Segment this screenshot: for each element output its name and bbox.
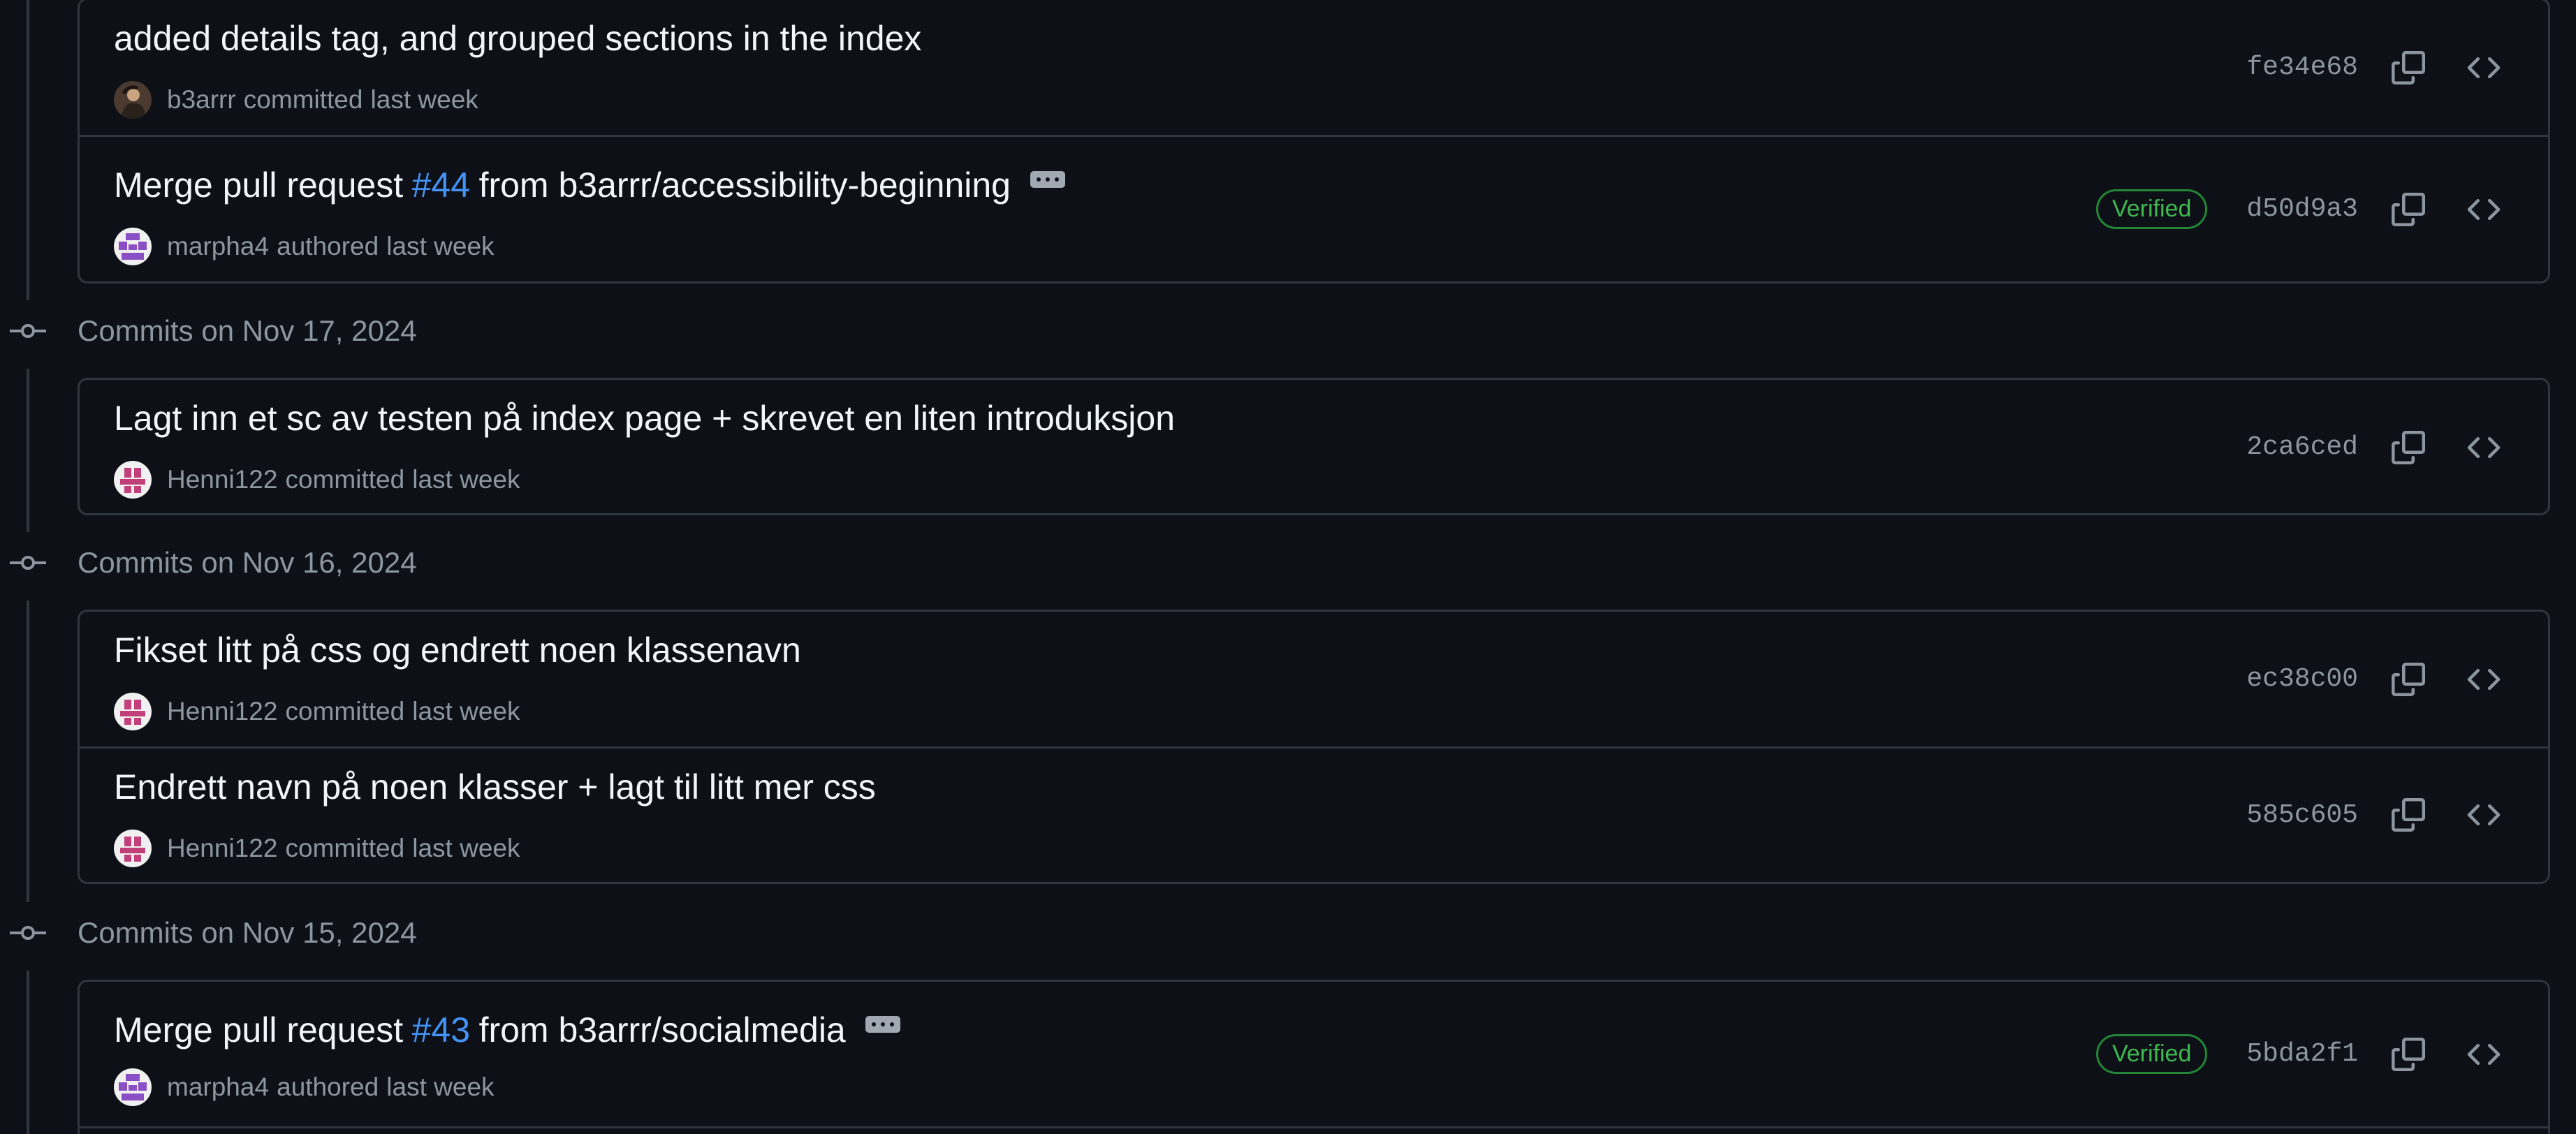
commit-row[interactable]: added details tag, and grouped sections … (80, 0, 2548, 135)
commit-action: committed (285, 834, 405, 862)
commit-sha[interactable]: ec38c00 (2246, 664, 2358, 694)
commit-meta: Henni122 committed last week (114, 693, 520, 730)
date-label: Commits on Nov 16, 2024 (78, 546, 417, 579)
commit-message[interactable]: Endrett navn på noen klasser + lagt til … (114, 767, 876, 807)
avatar[interactable] (114, 461, 152, 499)
date-label: Commits on Nov 17, 2024 (78, 314, 417, 347)
date-label: Commits on Nov 15, 2024 (78, 916, 417, 949)
commit-time: last week (386, 1073, 495, 1101)
commit-sha[interactable]: fe34e68 (2246, 52, 2358, 82)
commit-time: last week (412, 834, 520, 862)
date-header: Commits on Nov 17, 2024 (0, 310, 698, 352)
commit-author[interactable]: Henni122 (167, 465, 277, 494)
commit-actions: 2ca6ced (2246, 380, 2548, 515)
avatar[interactable] (114, 1068, 152, 1106)
code-icon[interactable] (2463, 1033, 2505, 1075)
commit-author[interactable]: b3arrr (167, 85, 236, 115)
copy-icon[interactable] (2387, 189, 2429, 230)
code-icon[interactable] (2463, 658, 2505, 700)
commit-row[interactable]: Lagt inn et sc av testen på index page +… (80, 380, 2548, 515)
copy-icon[interactable] (2387, 427, 2429, 469)
commit-title[interactable]: Lagt inn et sc av testen på index page +… (114, 398, 1175, 439)
commit-actions: ec38c00 (2246, 612, 2548, 746)
commit-sha[interactable]: 2ca6ced (2246, 432, 2358, 462)
expand-message-button[interactable] (1030, 171, 1065, 188)
timeline-line (27, 601, 29, 902)
commit-actions: 585c605 (2246, 749, 2548, 881)
git-commit-icon (10, 556, 46, 570)
git-commit-icon (10, 926, 46, 940)
copy-icon[interactable] (2387, 658, 2429, 700)
copy-icon[interactable] (2387, 47, 2429, 89)
commit-actions: fe34e68 (2246, 0, 2548, 135)
commit-action: authored (277, 1073, 379, 1101)
commit-message-branch[interactable]: from b3arrr/socialmedia (479, 1010, 846, 1050)
code-icon[interactable] (2463, 47, 2505, 89)
code-icon[interactable] (2463, 794, 2505, 836)
commit-meta: marpha4 authored last week (114, 228, 495, 265)
commit-title[interactable]: added details tag, and grouped sections … (114, 18, 921, 59)
commit-actions: Verified 5bda2f1 (2095, 982, 2548, 1126)
pr-link[interactable]: #44 (412, 165, 470, 205)
commit-actions: Verified d50d9a3 (2095, 137, 2548, 281)
timeline-line (27, 971, 29, 1134)
code-icon[interactable] (2463, 189, 2505, 230)
avatar[interactable] (114, 693, 152, 730)
copy-icon[interactable] (2387, 1033, 2429, 1075)
commit-author[interactable]: Henni122 (167, 697, 277, 726)
commit-title[interactable]: Endrett navn på noen klasser + lagt til … (114, 767, 876, 807)
commit-group: added details tag, and grouped sections … (78, 0, 2550, 284)
commit-row[interactable]: Fikset litt på css og endrett noen klass… (80, 612, 2548, 746)
commit-sha[interactable]: 585c605 (2246, 800, 2358, 830)
verified-badge[interactable]: Verified (2095, 1034, 2208, 1074)
commit-author[interactable]: marpha4 (167, 232, 269, 261)
timeline-line (27, 0, 29, 300)
verified-badge[interactable]: Verified (2095, 189, 2208, 229)
commit-row[interactable]: Merge pull request #44 from b3arrr/acces… (80, 135, 2548, 281)
commit-meta: Henni122 committed last week (114, 461, 520, 499)
pr-link[interactable]: #43 (412, 1010, 470, 1050)
git-commit-icon (10, 324, 46, 338)
commit-group: Merge pull request #43 from b3arrr/socia… (78, 980, 2550, 1134)
commit-message[interactable]: added details tag, and grouped sections … (114, 18, 921, 59)
expand-message-button[interactable] (865, 1016, 900, 1033)
commit-meta: Henni122 committed last week (114, 830, 520, 867)
commit-action: committed (285, 697, 405, 726)
code-icon[interactable] (2463, 427, 2505, 469)
avatar[interactable] (114, 830, 152, 867)
commit-message[interactable]: Merge pull request (114, 165, 403, 205)
commit-row[interactable]: Endrett navn på noen klasser + lagt til … (80, 746, 2548, 881)
commit-time: last week (370, 85, 478, 114)
commit-meta: b3arrr committed last week (114, 81, 478, 119)
commit-sha[interactable]: 5bda2f1 (2246, 1039, 2358, 1069)
commit-row[interactable]: Merge pull request #43 from b3arrr/socia… (80, 982, 2548, 1128)
commit-time: last week (412, 697, 520, 726)
commit-author[interactable]: Henni122 (167, 834, 277, 863)
commit-meta: marpha4 authored last week (114, 1068, 495, 1106)
commit-message[interactable]: Merge pull request (114, 1010, 403, 1050)
commit-message-branch[interactable]: from b3arrr/accessibility-beginning (479, 165, 1011, 205)
commit-time: last week (386, 232, 495, 260)
commit-sha[interactable]: d50d9a3 (2246, 194, 2358, 224)
date-header: Commits on Nov 15, 2024 (0, 912, 698, 954)
commit-author[interactable]: marpha4 (167, 1073, 269, 1102)
date-header: Commits on Nov 16, 2024 (0, 542, 698, 584)
commit-action: committed (243, 85, 363, 114)
timeline-line (27, 369, 29, 532)
commit-message[interactable]: Fikset litt på css og endrett noen klass… (114, 630, 801, 670)
commit-title[interactable]: Merge pull request #43 from b3arrr/socia… (114, 1010, 900, 1050)
avatar[interactable] (114, 228, 152, 265)
commit-action: authored (277, 232, 379, 260)
commit-message[interactable]: Lagt inn et sc av testen på index page +… (114, 398, 1175, 439)
commit-group: Lagt inn et sc av testen på index page +… (78, 378, 2550, 515)
commit-action: committed (285, 465, 405, 494)
commit-title[interactable]: Fikset litt på css og endrett noen klass… (114, 630, 801, 670)
avatar[interactable] (114, 81, 152, 119)
commit-group: Fikset litt på css og endrett noen klass… (78, 610, 2550, 884)
commit-time: last week (412, 465, 520, 494)
commit-title[interactable]: Merge pull request #44 from b3arrr/acces… (114, 165, 1065, 205)
copy-icon[interactable] (2387, 794, 2429, 836)
